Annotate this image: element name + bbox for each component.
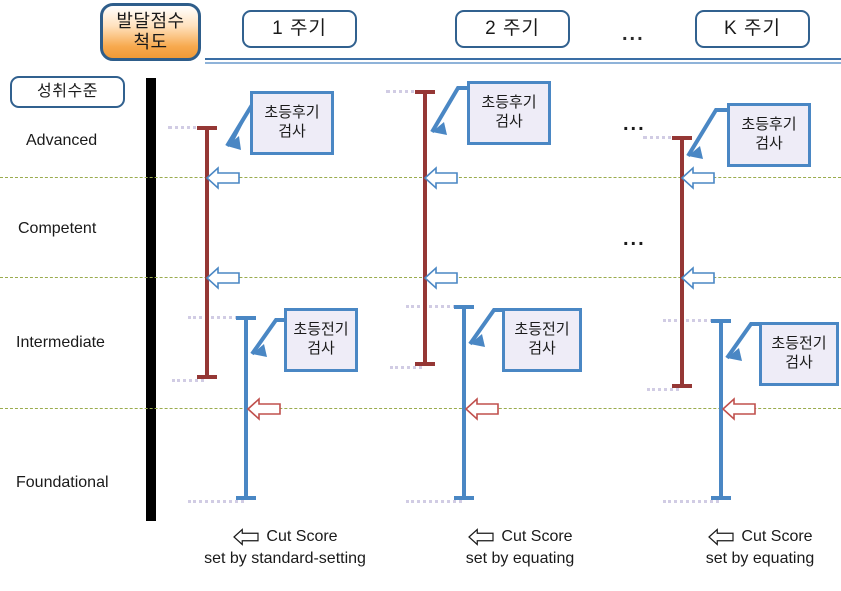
header-rule-top [205,58,841,60]
column-gap-ellipsis-middle: ... [623,228,646,250]
leader-line [172,379,204,382]
legend-line-1: Cut Score [741,528,813,545]
column-gap-ellipsis-upper: ... [623,113,646,135]
level-label-intermediate: Intermediate [16,334,105,351]
score-bar-late-elementary [197,126,217,379]
cut-score-arrow-equating [464,397,499,421]
cut-score-arrow-standard [680,166,715,190]
bar-stem [205,126,209,379]
leader-line [188,500,244,503]
callout-late-elementary: 초등후기 검사 [250,91,334,155]
callout-late-elementary: 초등후기 검사 [467,81,551,145]
callout-early-elementary: 초등전기 검사 [502,308,582,372]
legend-line-1: Cut Score [266,528,338,545]
callout-early-elementary: 초등전기 검사 [759,322,839,386]
bar-cap-bottom [236,496,256,500]
score-scale-axis [146,78,156,521]
cut-score-arrow-standard [205,166,240,190]
legend-line-2: set by equating [465,550,575,567]
cut-score-arrow-standard [680,266,715,290]
cut-score-arrow-equating [721,397,756,421]
leader-line [390,366,422,369]
cut-score-arrow-equating [246,397,281,421]
achievement-level-header: 성취수준 [10,76,125,108]
cut-score-arrow-standard [423,266,458,290]
diagram-canvas: 발달점수 척도 1 주기 2 주기 ... K 주기 성취수준 Advanced… [0,0,841,591]
bar-cap-bottom [711,496,731,500]
level-label-advanced: Advanced [26,132,98,149]
cycle-tab-k[interactable]: K 주기 [695,10,810,48]
leader-line [647,388,679,391]
bar-cap-bottom [197,375,217,379]
cycle-gap-ellipsis: ... [622,23,645,45]
leader-line [406,500,462,503]
legend-line-2: set by standard-setting [204,550,366,567]
cut-score-arrow-icon [708,528,735,546]
bar-cap-bottom [672,384,692,388]
legend-column-2: Cut Score set by equating [405,528,635,568]
level-label-foundational: Foundational [16,474,109,491]
bar-stem [423,90,427,366]
callout-late-elementary: 초등후기 검사 [727,103,811,167]
cycle-tab-2[interactable]: 2 주기 [455,10,570,48]
cut-score-arrow-standard [205,266,240,290]
legend-line-1: Cut Score [501,528,573,545]
legend-column-3: Cut Score set by equating [645,528,841,568]
bar-cap-bottom [415,362,435,366]
page-title: 발달점수 척도 [100,3,201,61]
callout-early-elementary: 초등전기 검사 [284,308,358,372]
cut-score-arrow-standard [423,166,458,190]
level-label-competent: Competent [18,220,97,237]
bar-cap-bottom [454,496,474,500]
legend-line-2: set by equating [705,550,815,567]
cut-score-arrow-icon [468,528,495,546]
cut-score-arrow-icon [233,528,260,546]
cycle-tab-1[interactable]: 1 주기 [242,10,357,48]
leader-line [663,500,719,503]
header-rule-bottom [205,62,841,64]
legend-column-1: Cut Score set by standard-setting [160,528,410,568]
